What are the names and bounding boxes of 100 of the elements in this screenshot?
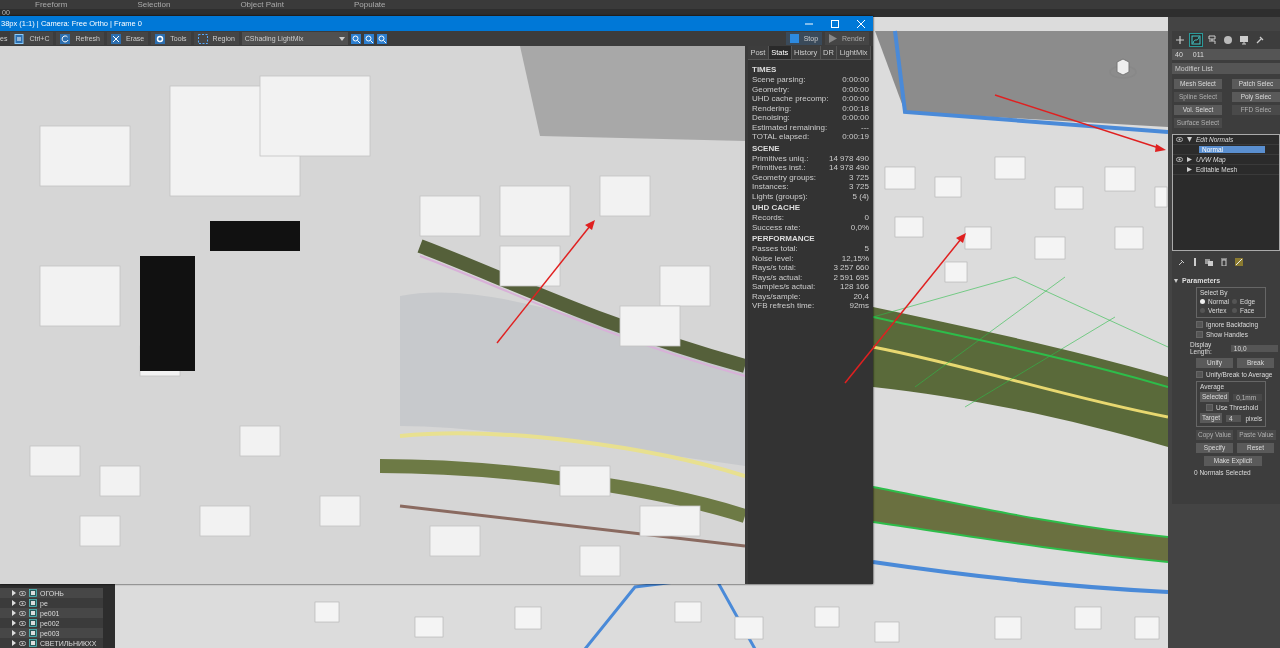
stat-value: 14 978 490 — [828, 153, 869, 163]
stat-value: 20,4 — [853, 291, 869, 301]
collapse-triangle-icon[interactable] — [1174, 278, 1178, 283]
stat-value: --- — [861, 122, 869, 132]
eye-icon[interactable] — [19, 590, 26, 596]
building-block — [674, 601, 702, 623]
radio-button[interactable] — [1232, 299, 1237, 304]
stat-label: Denoising: — [752, 113, 790, 123]
stat-label: Rendering: — [752, 103, 792, 113]
stat-label: TOTAL elapsed: — [752, 132, 810, 142]
section-heading: TIMES — [751, 64, 778, 75]
command-tab[interactable] — [1206, 34, 1218, 46]
ribbon-tab[interactable]: Selection — [137, 0, 171, 9]
pin-icon[interactable] — [1178, 258, 1185, 266]
eye-icon[interactable] — [19, 630, 26, 636]
stat-value: 12,15% — [841, 253, 869, 263]
bar-icon[interactable] — [1193, 258, 1197, 266]
stat-value: 5 — [864, 244, 869, 254]
collapse-triangle-icon[interactable] — [1187, 137, 1192, 142]
radio-button[interactable] — [1200, 308, 1205, 313]
stat-label: Estimated remaining: — [752, 122, 828, 132]
building-block — [514, 606, 542, 630]
building-block — [1154, 186, 1168, 208]
building-block — [499, 245, 561, 287]
ribbon-tab[interactable]: Freeform — [35, 0, 68, 9]
eye-icon[interactable] — [1176, 157, 1183, 162]
building-block — [199, 505, 251, 537]
building-block — [964, 226, 992, 250]
command-tab[interactable] — [1174, 34, 1186, 46]
wrench-icon — [1255, 35, 1265, 45]
zoom-button[interactable] — [363, 33, 374, 44]
building-block — [599, 175, 651, 217]
building-block — [994, 616, 1022, 640]
radio-button[interactable] — [1200, 299, 1205, 304]
plus-icon — [1175, 35, 1185, 45]
object-icon — [29, 599, 37, 607]
curve-icon — [1191, 35, 1201, 45]
building-block — [319, 495, 361, 527]
building-block — [934, 176, 962, 198]
ribbon-tab[interactable]: Populate — [353, 0, 386, 9]
building-block — [814, 606, 840, 628]
refresh-icon — [60, 33, 71, 44]
stat-value: 3 725 — [848, 182, 869, 192]
ribbon-tab[interactable]: Object Paint — [240, 0, 284, 9]
eye-icon[interactable] — [19, 640, 26, 646]
stat-label: Instances: — [752, 182, 789, 192]
gear-icon — [155, 33, 166, 44]
building-block — [734, 616, 764, 640]
stat-label: VFB refresh time: — [752, 301, 815, 311]
checkbox[interactable] — [1196, 371, 1203, 378]
command-tab[interactable] — [1190, 34, 1202, 46]
stat-label: UHD cache precomp: — [752, 94, 829, 104]
expand-triangle-icon[interactable] — [1187, 157, 1192, 162]
checkbox[interactable] — [1196, 331, 1203, 338]
command-tab[interactable] — [1222, 34, 1234, 46]
dropdown-arrow-icon — [338, 36, 345, 41]
stat-value: 0:00:18 — [842, 103, 869, 113]
stat-value: 0:00:19 — [842, 132, 869, 142]
command-tab[interactable] — [1254, 34, 1266, 46]
expand-triangle-icon[interactable] — [1187, 167, 1192, 172]
stat-value: 0:00:00 — [842, 75, 869, 85]
object-icon — [29, 589, 37, 597]
building-block — [619, 305, 681, 347]
monitor-icon — [1239, 35, 1249, 45]
zoom-button[interactable] — [350, 33, 361, 44]
stat-label: Primitives inst.: — [752, 163, 806, 173]
stat-value: 0,0% — [850, 222, 869, 232]
building-block — [1104, 166, 1136, 192]
checkbox[interactable] — [1206, 404, 1213, 411]
stat-label: Records: — [752, 213, 784, 223]
stack-icon[interactable] — [1205, 258, 1213, 266]
maximize-icon[interactable] — [831, 19, 839, 28]
stat-label: Geometry groups: — [752, 172, 817, 182]
stat-label: Samples/s actual: — [752, 282, 816, 292]
building-block — [894, 216, 924, 238]
building-block — [1114, 226, 1144, 250]
trash-icon[interactable] — [1221, 258, 1227, 266]
stat-value: 0:00:00 — [842, 84, 869, 94]
building-block — [79, 515, 121, 547]
stat-label: Noise level: — [752, 253, 794, 263]
building-block — [944, 261, 968, 283]
eye-icon[interactable] — [19, 620, 26, 626]
stat-value: 92ms — [849, 301, 869, 311]
object-icon — [29, 629, 37, 637]
eye-icon[interactable] — [1176, 137, 1183, 142]
eye-icon[interactable] — [19, 610, 26, 616]
checkbox[interactable] — [1196, 321, 1203, 328]
stat-label: Lights (groups): — [752, 191, 808, 201]
zoom-button[interactable] — [376, 33, 387, 44]
building-block — [239, 425, 281, 457]
cross-box-icon — [110, 33, 121, 44]
stat-label: Passes total: — [752, 244, 798, 254]
command-tab[interactable] — [1238, 34, 1250, 46]
stat-label: Scene parsing: — [752, 75, 806, 85]
eye-icon[interactable] — [19, 600, 26, 606]
radio-button[interactable] — [1232, 308, 1237, 313]
close-icon[interactable] — [857, 19, 865, 28]
clipboard-icon — [14, 33, 25, 44]
object-icon — [29, 609, 37, 617]
configure-icon[interactable] — [1235, 258, 1243, 266]
